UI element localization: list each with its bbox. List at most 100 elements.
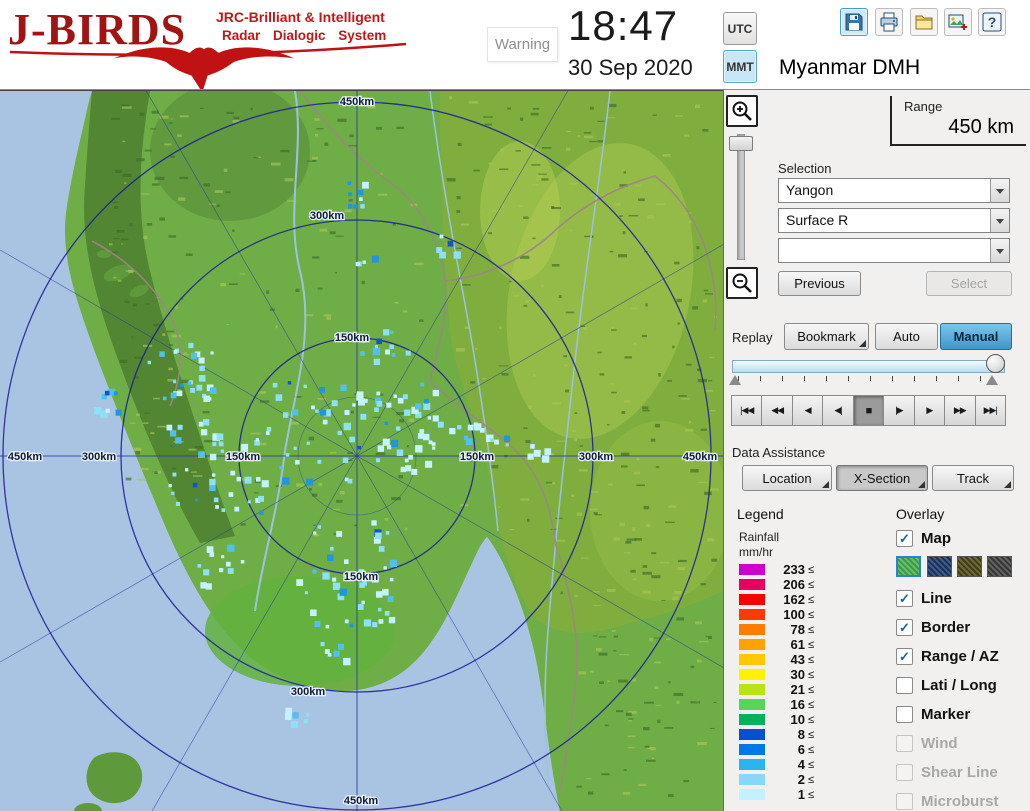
reverse-play-button[interactable]: ◀ xyxy=(791,395,824,426)
ring-label: 150km xyxy=(344,571,378,583)
step-back-button[interactable]: ◀| xyxy=(822,395,854,426)
leq-sign: ≤ xyxy=(808,668,815,681)
checkbox[interactable] xyxy=(896,648,913,665)
open-button[interactable] xyxy=(910,8,938,36)
legend-value: 30 xyxy=(790,667,805,682)
legend-value: 233 xyxy=(783,562,805,577)
overlay-item-range-az[interactable]: Range / AZ xyxy=(896,648,999,665)
checkbox xyxy=(896,793,913,810)
submenu-corner-icon xyxy=(822,481,829,488)
overlay-item-lati-long[interactable]: Lati / Long xyxy=(896,677,997,694)
data-assistance-label: Data Assistance xyxy=(732,445,826,460)
skip-to-start-button[interactable]: |◀◀ xyxy=(731,395,763,426)
ring-label: 300km xyxy=(82,451,116,463)
zoom-slider-thumb[interactable] xyxy=(729,136,753,151)
leq-sign: ≤ xyxy=(808,713,815,726)
product-dropdown[interactable]: Surface R xyxy=(778,208,1010,233)
overlay-item-border[interactable]: Border xyxy=(896,619,970,636)
map-style-swatch-olive[interactable] xyxy=(957,556,982,577)
auto-button[interactable]: Auto xyxy=(875,323,938,350)
timeline-tick xyxy=(848,376,849,381)
legend-value: 8 xyxy=(797,727,805,742)
select-button: Select xyxy=(926,271,1012,296)
product-dropdown-value: Surface R xyxy=(786,212,849,228)
site-dropdown[interactable]: Yangon xyxy=(778,178,1010,203)
mmt-button[interactable]: MMT xyxy=(723,50,757,83)
legend-value: 61 xyxy=(790,637,805,652)
xsection-button[interactable]: X-Section xyxy=(836,465,928,491)
save-button[interactable] xyxy=(840,8,868,36)
chevron-down-icon[interactable] xyxy=(990,239,1009,262)
replay-label: Replay xyxy=(732,330,773,345)
fast-forward-button[interactable]: ▶▶ xyxy=(944,395,976,426)
legend-swatch xyxy=(739,714,765,725)
legend-row: 6 ≤ xyxy=(739,742,859,757)
zoom-slider[interactable] xyxy=(737,134,745,260)
control-panel: Range 450 km Selection Yangon Surface R … xyxy=(723,90,1030,811)
timeline-start-marker[interactable] xyxy=(729,375,741,385)
save-icon xyxy=(845,13,863,31)
overlay-item-map[interactable]: Map xyxy=(896,530,951,547)
track-button[interactable]: Track xyxy=(932,465,1014,491)
capture-button[interactable] xyxy=(944,8,972,36)
legend-row: 21 ≤ xyxy=(739,682,859,697)
leq-sign: ≤ xyxy=(808,683,815,696)
leq-sign: ≤ xyxy=(808,563,815,576)
radar-map-area[interactable]: 450km 300km 150km 450km 300km 150km 150k… xyxy=(0,0,1030,811)
legend-swatch xyxy=(739,639,765,650)
print-button[interactable] xyxy=(875,8,903,36)
fast-rewind-button[interactable]: ◀◀ xyxy=(761,395,793,426)
help-button[interactable]: ? xyxy=(978,8,1006,36)
legend-value: 4 xyxy=(797,757,805,772)
option-dropdown[interactable] xyxy=(778,238,1010,263)
location-button[interactable]: Location xyxy=(742,465,832,491)
checkbox[interactable] xyxy=(896,706,913,723)
location-button-label: Location xyxy=(762,470,812,486)
legend-swatch xyxy=(739,789,765,800)
jbirds-app: J-BIRDS JRC-Brilliant & Intelligent Rada… xyxy=(0,0,1030,811)
skip-to-end-button[interactable]: ▶▶| xyxy=(974,395,1006,426)
step-forward-button[interactable]: |▶ xyxy=(883,395,915,426)
overlay-item-line[interactable]: Line xyxy=(896,590,952,607)
leq-sign: ≤ xyxy=(808,638,815,651)
submenu-corner-icon xyxy=(918,481,925,488)
legend-unit-line2: mm/hr xyxy=(739,545,773,559)
play-button[interactable]: ▶ xyxy=(913,395,946,426)
zoom-in-button[interactable] xyxy=(726,95,758,127)
replay-timeline[interactable] xyxy=(732,360,1005,373)
checkbox[interactable] xyxy=(896,619,913,636)
manual-button[interactable]: Manual xyxy=(940,323,1012,350)
legend-row: 61 ≤ xyxy=(739,637,859,652)
utc-button[interactable]: UTC xyxy=(723,12,757,45)
overlay-item-marker[interactable]: Marker xyxy=(896,706,970,723)
map-style-swatch-navy[interactable] xyxy=(927,556,952,577)
legend-swatch xyxy=(739,654,765,665)
ring-label: 150km xyxy=(335,332,369,344)
radar-map[interactable]: 450km 300km 150km 450km 300km 150km 150k… xyxy=(0,0,1030,811)
map-style-swatch-green[interactable] xyxy=(896,556,921,577)
timeline-tick xyxy=(958,376,959,381)
map-style-swatch-gray[interactable] xyxy=(987,556,1012,577)
legend-value: 162 xyxy=(783,592,805,607)
station-title: Myanmar DMH xyxy=(779,56,921,79)
checkbox[interactable] xyxy=(896,530,913,547)
leq-sign: ≤ xyxy=(808,593,815,606)
overlay-item-label: Map xyxy=(921,530,951,547)
chevron-down-icon[interactable] xyxy=(990,209,1009,232)
previous-button[interactable]: Previous xyxy=(778,271,861,296)
warning-indicator[interactable]: Warning xyxy=(487,27,558,62)
timeline-end-marker[interactable] xyxy=(986,375,998,385)
plateau-highlight xyxy=(480,141,560,281)
checkbox[interactable] xyxy=(896,677,913,694)
legend-value: 2 xyxy=(797,772,805,787)
leq-sign: ≤ xyxy=(808,578,815,591)
legend-value: 21 xyxy=(790,682,805,697)
checkbox[interactable] xyxy=(896,590,913,607)
stop-button[interactable]: ■ xyxy=(852,395,885,426)
bookmark-button[interactable]: Bookmark xyxy=(784,323,869,350)
timeline-thumb[interactable] xyxy=(986,354,1005,373)
submenu-corner-icon xyxy=(859,340,866,347)
zoom-out-button[interactable] xyxy=(726,267,758,299)
legend-row: 10 ≤ xyxy=(739,712,859,727)
chevron-down-icon[interactable] xyxy=(990,179,1009,202)
